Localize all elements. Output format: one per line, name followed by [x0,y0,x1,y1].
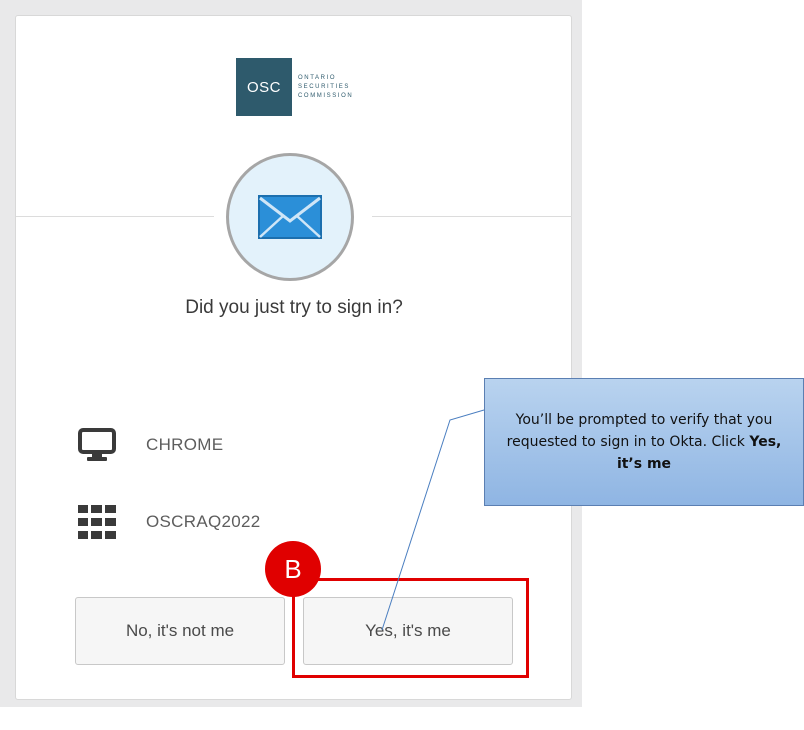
logo-wordmark: ONTARIO SECURITIES COMMISSION [298,74,353,101]
step-badge: B [265,541,321,597]
yes-button-highlight-box [292,578,529,678]
device-label: OSCRAQ2022 [146,512,261,531]
no-its-not-me-button[interactable]: No, it's not me [75,597,285,665]
grid-apps-icon [78,505,116,539]
device-row: OSCRAQ2022 [78,505,261,539]
browser-row: CHROME [78,428,223,462]
callout-text: You’ll be prompted to verify that you re… [506,412,773,450]
browser-label: CHROME [146,435,224,454]
osc-logo: OSC ONTARIO SECURITIES COMMISSION [236,58,353,116]
divider-right [372,216,572,217]
logo-line-2: SECURITIES [298,83,351,90]
email-factor-icon-circle [226,153,354,281]
logo-line-3: COMMISSION [298,92,354,99]
instruction-callout: You’ll be prompted to verify that you re… [484,378,804,506]
email-envelope-icon [258,195,322,239]
logo-box: OSC [236,58,292,116]
callout-text-block: You’ll be prompted to verify that you re… [493,409,795,475]
monitor-icon [78,428,116,461]
divider-left [16,216,214,217]
logo-line-1: ONTARIO [298,74,337,81]
prompt-title: Did you just try to sign in? [185,297,403,318]
